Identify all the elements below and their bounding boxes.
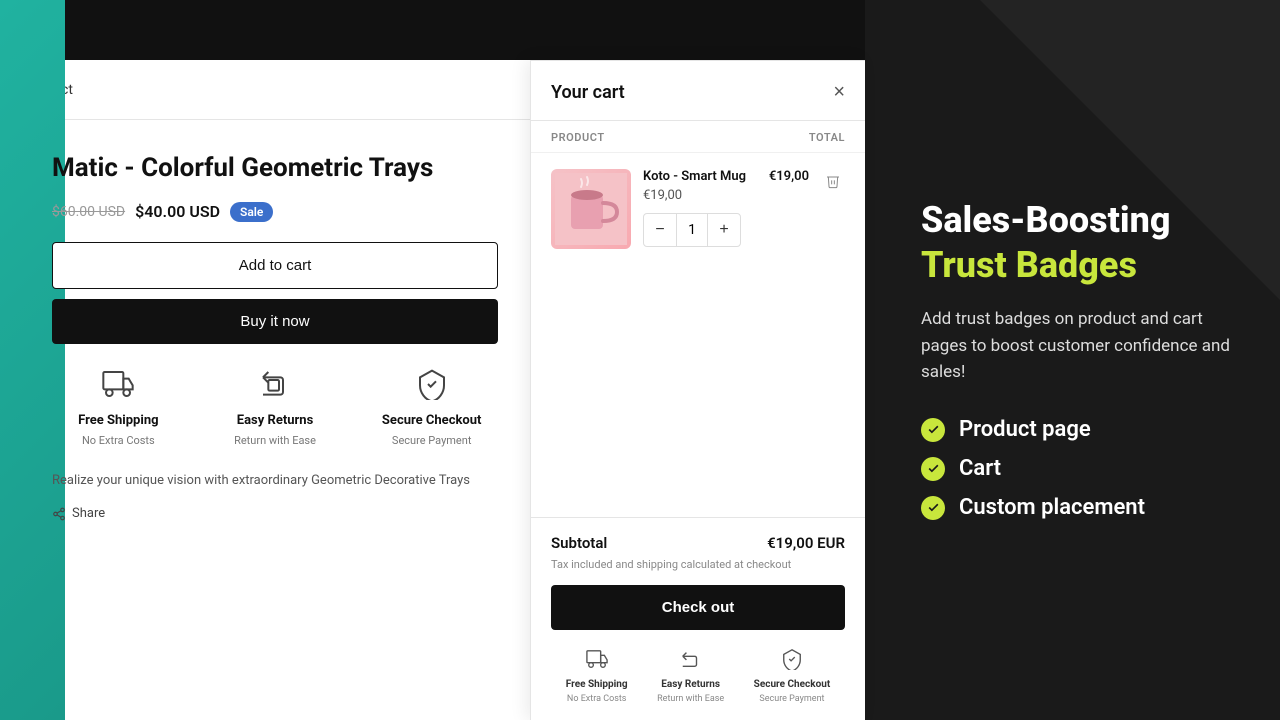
promo-feature-cart-label: Cart: [959, 456, 1001, 481]
promo-description: Add trust badges on product and cart pag…: [921, 306, 1232, 385]
cart-close-button[interactable]: ×: [833, 81, 845, 104]
cart-item-info: Koto - Smart Mug €19,00: [643, 169, 746, 213]
cart-header: Your cart ×: [531, 61, 865, 121]
product-info: Matic - Colorful Geometric Trays $60.00 …: [52, 152, 498, 521]
trash-icon: [825, 173, 841, 189]
cart-trust-shipping-subtitle: No Extra Costs: [567, 694, 627, 704]
cart-item-price: €19,00: [643, 188, 746, 203]
sale-badge: Sale: [230, 202, 273, 222]
store-content: Matic - Colorful Geometric Trays $60.00 …: [0, 120, 865, 720]
tax-note: Tax included and shipping calculated at …: [551, 558, 845, 571]
cart-item-image: [551, 169, 631, 249]
cart-trust-returns-subtitle: Return with Ease: [657, 694, 724, 704]
share-label: Share: [72, 506, 105, 521]
cart-trust-shipping-title: Free Shipping: [566, 679, 628, 690]
cart-trust-checkout-subtitle: Secure Payment: [759, 694, 824, 704]
add-to-cart-button[interactable]: Add to cart: [52, 242, 498, 289]
cart-trust-returns-title: Easy Returns: [661, 679, 720, 690]
promo-features: Product page Cart Custom placement: [921, 417, 1232, 520]
checkout-icon: [416, 368, 448, 407]
cart-item-row: Koto - Smart Mug €19,00 €19,00: [643, 169, 845, 213]
promo-feature-custom-label: Custom placement: [959, 495, 1145, 520]
check-icon-product: [921, 418, 945, 442]
promo-heading-line1: Sales-Boosting: [921, 200, 1232, 241]
trust-badge-checkout: Secure Checkout Secure Payment: [365, 368, 498, 447]
cart-trust-badge-checkout: Secure Checkout Secure Payment: [754, 648, 831, 704]
returns-icon: [259, 368, 291, 407]
subtotal-value: €19,00 EUR: [767, 534, 845, 552]
cart-returns-icon: [680, 648, 702, 675]
product-area: Matic - Colorful Geometric Trays $60.00 …: [0, 120, 530, 720]
trust-badge-returns: Easy Returns Return with Ease: [209, 368, 342, 447]
cart-trust-badges: Free Shipping No Extra Costs Easy Return…: [551, 644, 845, 704]
price-row: $60.00 USD $40.00 USD Sale: [52, 202, 498, 222]
product-title: Matic - Colorful Geometric Trays: [52, 152, 498, 186]
check-icon-custom: [921, 496, 945, 520]
cart-trust-checkout-title: Secure Checkout: [754, 679, 831, 690]
cart-items: Koto - Smart Mug €19,00 €19,00: [531, 153, 865, 517]
cart-col-total: TOTAL: [809, 131, 845, 144]
cart-shipping-icon: [586, 648, 608, 675]
price-original: $60.00 USD: [52, 204, 125, 220]
cart-trust-badge-shipping: Free Shipping No Extra Costs: [566, 648, 628, 704]
trust-badge-returns-subtitle: Return with Ease: [234, 434, 316, 447]
buy-it-now-button[interactable]: Buy it now: [52, 299, 498, 344]
checkout-button[interactable]: Check out: [551, 585, 845, 630]
mug-illustration: [555, 173, 627, 245]
store-panel: Contact Matic - Colorful Geometric Trays: [0, 0, 865, 720]
cart-footer: Subtotal €19,00 EUR Tax included and shi…: [531, 517, 865, 720]
trust-badge-checkout-title: Secure Checkout: [382, 413, 482, 428]
product-trust-badges: Free Shipping No Extra Costs Easy Return…: [52, 368, 498, 447]
check-icon-cart: [921, 457, 945, 481]
trust-badge-shipping-subtitle: No Extra Costs: [82, 434, 155, 447]
product-description: Realize your unique vision with extraord…: [52, 471, 498, 491]
cart-item-details: Koto - Smart Mug €19,00 €19,00: [643, 169, 845, 247]
qty-control: − 1 +: [643, 213, 741, 247]
promo-feature-product-label: Product page: [959, 417, 1091, 442]
trust-badge-shipping-title: Free Shipping: [78, 413, 158, 428]
promo-heading-line2: Trust Badges: [921, 245, 1232, 286]
cart-item-total: €19,00: [769, 169, 809, 184]
cart-title: Your cart: [551, 82, 625, 103]
qty-increase-button[interactable]: +: [708, 214, 740, 246]
share-icon: [52, 507, 66, 521]
cart-item: Koto - Smart Mug €19,00 €19,00: [551, 169, 845, 249]
promo-feature-cart: Cart: [921, 456, 1232, 481]
delete-item-button[interactable]: [821, 169, 845, 198]
trust-badge-checkout-subtitle: Secure Payment: [392, 434, 472, 447]
cart-panel: Your cart × PRODUCT TOTAL: [530, 60, 865, 720]
promo-panel: Sales-Boosting Trust Badges Add trust ba…: [865, 0, 1280, 720]
shipping-icon: [102, 368, 134, 407]
trust-badge-returns-title: Easy Returns: [237, 413, 313, 428]
promo-feature-custom: Custom placement: [921, 495, 1232, 520]
cart-col-product: PRODUCT: [551, 131, 605, 144]
subtotal-row: Subtotal €19,00 EUR: [551, 534, 845, 552]
share-row[interactable]: Share: [52, 506, 498, 521]
promo-feature-product: Product page: [921, 417, 1232, 442]
subtotal-label: Subtotal: [551, 534, 607, 552]
qty-decrease-button[interactable]: −: [644, 214, 676, 246]
top-bar: [0, 0, 865, 60]
cart-trust-badge-returns: Easy Returns Return with Ease: [657, 648, 724, 704]
cart-checkout-icon: [781, 648, 803, 675]
cart-item-name: Koto - Smart Mug: [643, 169, 746, 184]
cart-columns: PRODUCT TOTAL: [531, 121, 865, 153]
trust-badge-shipping: Free Shipping No Extra Costs: [52, 368, 185, 447]
qty-value: 1: [676, 214, 708, 246]
price-sale: $40.00 USD: [135, 202, 220, 221]
